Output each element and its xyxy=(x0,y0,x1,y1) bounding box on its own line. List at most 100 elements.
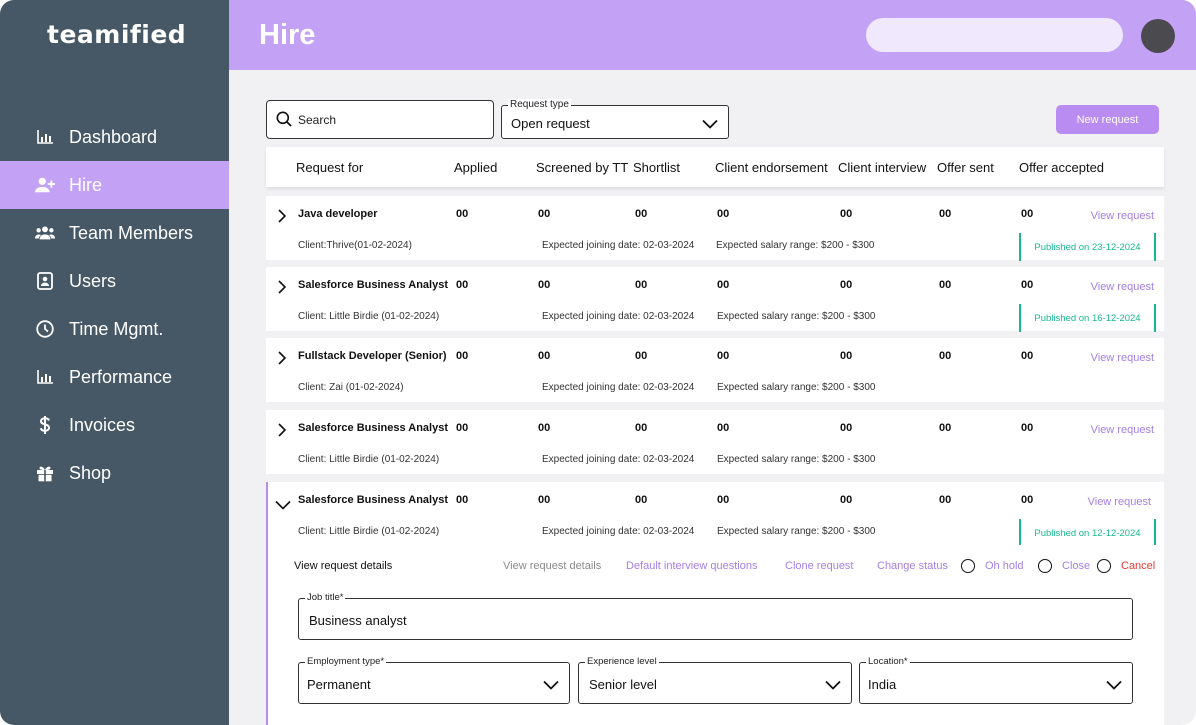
search-input[interactable] xyxy=(298,113,478,127)
employment-type-select[interactable]: Employment type* Permanent xyxy=(298,656,570,704)
column-header: Shortlist xyxy=(633,160,680,175)
table-row[interactable]: Salesforce Business Analyst 00 00 00 00 … xyxy=(266,267,1164,332)
bar-chart-icon xyxy=(35,367,55,387)
request-details-panel: View request details View request detail… xyxy=(268,545,1164,725)
endorsement-count: 00 xyxy=(717,494,730,506)
salary-range: Expected salary range: $200 - $300 xyxy=(716,240,875,251)
column-header: Offer accepted xyxy=(1019,160,1105,175)
sidebar-item-team-members[interactable]: Team Members xyxy=(0,209,229,257)
sidebar-item-time-mgmt[interactable]: Time Mgmt. xyxy=(0,305,229,353)
chevron-right-icon[interactable] xyxy=(277,423,287,442)
shortlist-count: 00 xyxy=(635,494,648,506)
offer-sent-count: 00 xyxy=(939,422,952,434)
details-heading: View request details xyxy=(294,560,393,572)
dollar-icon xyxy=(35,415,55,435)
sidebar-item-label: Performance xyxy=(69,366,173,387)
view-request-link[interactable]: View request xyxy=(1091,424,1154,436)
sidebar-item-invoices[interactable]: Invoices xyxy=(0,401,229,449)
column-header: Client endorsement xyxy=(715,160,828,175)
offer-sent-count: 00 xyxy=(939,208,952,220)
job-title-value: Business analyst xyxy=(309,613,407,628)
contact-card-icon xyxy=(35,271,55,291)
close-label[interactable]: Close xyxy=(1062,560,1090,572)
location-value: India xyxy=(868,677,897,692)
chevron-right-icon[interactable] xyxy=(277,209,287,228)
table-row[interactable]: Fullstack Developer (Senior) 00 00 00 00… xyxy=(266,338,1164,402)
on-hold-radio[interactable] xyxy=(961,559,975,573)
shortlist-count: 00 xyxy=(635,279,648,291)
chevron-down-icon xyxy=(825,677,841,695)
offer-accepted-count: 00 xyxy=(1021,422,1034,434)
table-header: Request for Applied Screened by TT Short… xyxy=(266,147,1164,187)
location-select[interactable]: Location* India xyxy=(859,656,1133,704)
location-label: Location* xyxy=(866,656,910,667)
request-title: Salesforce Business Analyst xyxy=(298,494,448,506)
column-header: Client interview xyxy=(838,160,927,175)
search-icon xyxy=(276,111,292,132)
shortlist-count: 00 xyxy=(635,208,648,220)
screened-count: 00 xyxy=(538,279,551,291)
client-info: Client: Zai (01-02-2024) xyxy=(298,382,404,393)
chevron-down-icon xyxy=(1106,677,1122,695)
offer-accepted-count: 00 xyxy=(1021,208,1034,220)
table-row-expanded[interactable]: Salesforce Business Analyst 00 00 00 00 … xyxy=(266,482,1164,547)
client-info: Client: Little Birdie (01-02-2024) xyxy=(298,311,440,322)
cancel-radio[interactable] xyxy=(1097,559,1111,573)
chevron-down-icon xyxy=(543,677,559,695)
search-field[interactable] xyxy=(266,100,494,139)
clone-request-link[interactable]: Clone request xyxy=(785,560,854,572)
column-header: Screened by TT xyxy=(536,160,629,175)
applied-count: 00 xyxy=(456,422,469,434)
request-type-select[interactable]: Request type Open request xyxy=(501,99,729,139)
new-request-button[interactable]: New request xyxy=(1056,105,1159,134)
salary-range: Expected salary range: $200 - $300 xyxy=(717,454,876,465)
view-request-link[interactable]: View request xyxy=(1091,210,1154,222)
screened-count: 00 xyxy=(538,208,551,220)
chevron-right-icon[interactable] xyxy=(277,351,287,370)
on-hold-label[interactable]: Oh hold xyxy=(985,560,1024,572)
cancel-label[interactable]: Cancel xyxy=(1121,560,1155,572)
request-title: Salesforce Business Analyst xyxy=(298,422,448,434)
employment-type-value: Permanent xyxy=(307,677,371,692)
close-radio[interactable] xyxy=(1038,559,1052,573)
published-badge: Published on 23-12-2024 xyxy=(1019,233,1156,261)
experience-level-select[interactable]: Experience level Senior level xyxy=(578,656,852,704)
sidebar-item-shop[interactable]: Shop xyxy=(0,449,229,497)
interview-count: 00 xyxy=(840,279,853,291)
request-title: Fullstack Developer (Senior) xyxy=(298,350,447,362)
sidebar-item-label: Team Members xyxy=(69,222,194,243)
brand-logo: teamified xyxy=(47,20,187,49)
shortlist-count: 00 xyxy=(635,422,648,434)
offer-accepted-count: 00 xyxy=(1021,279,1034,291)
global-search-input[interactable] xyxy=(866,18,1123,52)
default-questions-link[interactable]: Default interview questions xyxy=(626,560,757,572)
table-row[interactable]: Salesforce Business Analyst 00 00 00 00 … xyxy=(266,410,1164,474)
applied-count: 00 xyxy=(456,208,469,220)
offer-accepted-count: 00 xyxy=(1021,350,1034,362)
avatar[interactable] xyxy=(1141,19,1175,53)
view-request-link[interactable]: View request xyxy=(1091,281,1154,293)
joining-date: Expected joining date: 02-03-2024 xyxy=(542,526,695,537)
page-title: Hire xyxy=(259,19,316,51)
shortlist-count: 00 xyxy=(635,350,648,362)
view-request-link[interactable]: View request xyxy=(1091,352,1154,364)
experience-level-value: Senior level xyxy=(589,677,657,692)
offer-sent-count: 00 xyxy=(939,350,952,362)
table-row[interactable]: Java developer 00 00 00 00 00 00 00 View… xyxy=(266,196,1164,261)
sidebar-item-hire[interactable]: Hire xyxy=(0,161,229,209)
interview-count: 00 xyxy=(840,208,853,220)
view-details-tab[interactable]: View request details xyxy=(503,560,601,572)
view-request-link[interactable]: View request xyxy=(1088,496,1151,508)
sidebar-item-dashboard[interactable]: Dashboard xyxy=(0,113,229,161)
screened-count: 00 xyxy=(538,422,551,434)
endorsement-count: 00 xyxy=(717,350,730,362)
interview-count: 00 xyxy=(840,494,853,506)
job-title-field[interactable]: Job title* Business analyst xyxy=(298,592,1133,640)
chevron-down-icon[interactable] xyxy=(275,497,291,515)
sidebar-item-performance[interactable]: Performance xyxy=(0,353,229,401)
change-status-link[interactable]: Change status xyxy=(877,560,948,572)
sidebar-item-label: Hire xyxy=(69,174,103,195)
sidebar-item-users[interactable]: Users xyxy=(0,257,229,305)
chevron-right-icon[interactable] xyxy=(277,280,287,299)
request-title: Java developer xyxy=(298,208,378,220)
